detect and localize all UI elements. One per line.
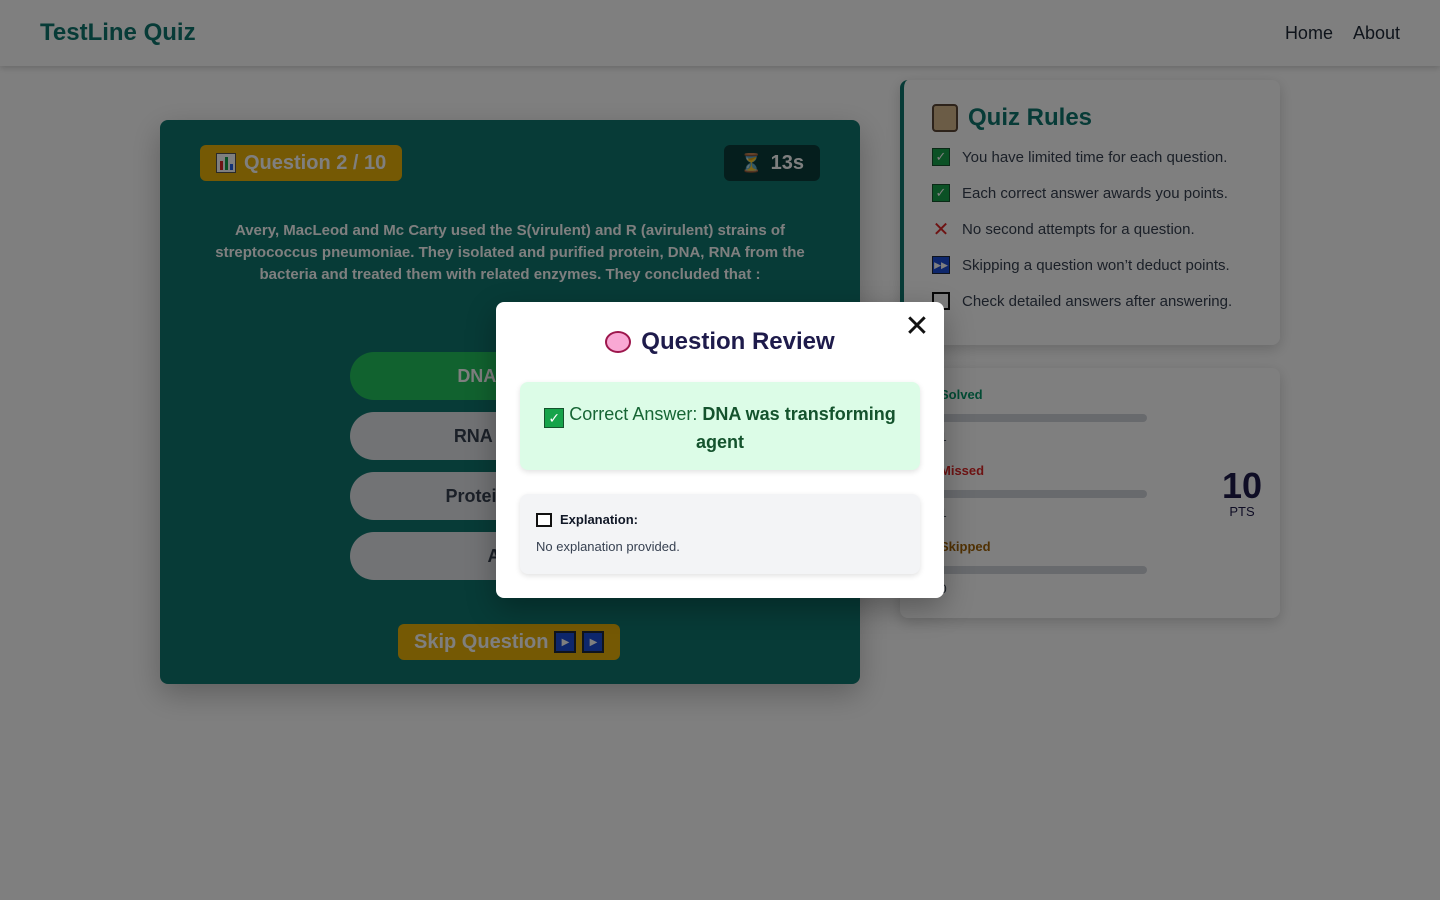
- brain-icon: [605, 331, 632, 353]
- explanation-title: Explanation:: [536, 512, 904, 527]
- explanation-title-label: Explanation:: [560, 512, 639, 527]
- question-review-modal: ✕ Question Review ✓ Correct Answer: DNA …: [496, 302, 944, 598]
- explanation-box: Explanation: No explanation provided.: [520, 494, 920, 574]
- correct-answer-prefix: Correct Answer:: [569, 404, 703, 424]
- correct-answer-text: DNA was transforming agent: [695, 404, 896, 452]
- modal-title-label: Question Review: [641, 328, 835, 355]
- memo-icon: [536, 512, 552, 527]
- modal-title: Question Review: [496, 328, 944, 356]
- check-icon: ✓: [544, 408, 565, 428]
- correct-answer-box: ✓ Correct Answer: DNA was transforming a…: [520, 382, 920, 470]
- explanation-text: No explanation provided.: [536, 539, 680, 554]
